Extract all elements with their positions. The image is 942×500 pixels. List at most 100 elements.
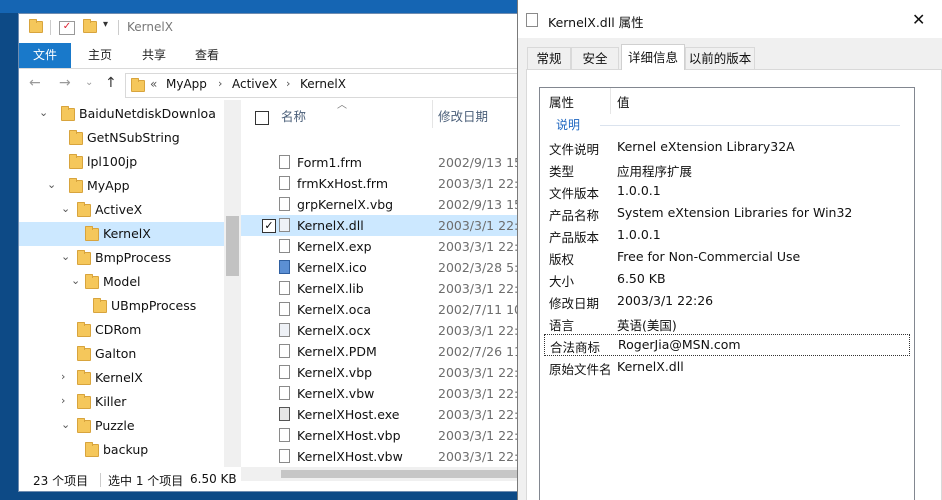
breadcrumb-activex[interactable]: ActiveX bbox=[232, 77, 277, 91]
file-row[interactable]: KernelXHost.exe 2003/3/1 22:44 bbox=[241, 404, 517, 425]
dialog-titlebar[interactable]: KernelX.dll 属性 ✕ bbox=[518, 0, 942, 38]
details-row[interactable]: 版权 Free for Non-Commercial Use bbox=[540, 246, 892, 268]
recent-dropdown-icon[interactable]: ⌄ bbox=[85, 77, 93, 88]
property-value: 1.0.0.1 bbox=[617, 183, 661, 198]
tab-previous-versions[interactable]: 以前的版本 bbox=[685, 47, 755, 69]
tab-home[interactable]: 主页 bbox=[76, 43, 124, 68]
tab-share[interactable]: 共享 bbox=[130, 43, 178, 68]
horizontal-scrollbar[interactable] bbox=[241, 467, 517, 481]
properties-check-icon[interactable]: ✓ bbox=[59, 21, 75, 35]
details-row[interactable]: 文件版本 1.0.0.1 bbox=[540, 180, 892, 202]
chevron-icon[interactable]: › bbox=[61, 394, 65, 407]
tree-item[interactable]: Galton bbox=[19, 342, 224, 366]
details-row[interactable]: 文件说明 Kernel eXtension Library32A bbox=[540, 136, 892, 158]
details-row[interactable]: 大小 6.50 KB bbox=[540, 268, 892, 290]
column-header-property[interactable]: 属性 bbox=[549, 92, 574, 111]
address-bar[interactable]: « MyApp › ActiveX › KernelX bbox=[125, 73, 517, 98]
tree-scrollbar[interactable] bbox=[224, 100, 241, 467]
column-header-name[interactable]: 名称 bbox=[281, 106, 306, 125]
tab-general[interactable]: 常规 bbox=[527, 47, 571, 69]
tree-item[interactable]: › Killer bbox=[19, 390, 224, 414]
file-row[interactable]: frmKxHost.frm 2003/3/1 22:42 bbox=[241, 173, 517, 194]
tree-item-label: KernelX bbox=[95, 370, 143, 385]
tab-view[interactable]: 查看 bbox=[183, 43, 231, 68]
tab-file[interactable]: 文件 bbox=[19, 43, 71, 68]
group-header[interactable]: 说明 bbox=[556, 116, 580, 133]
chevron-icon[interactable]: › bbox=[61, 370, 65, 383]
breadcrumb-myapp[interactable]: MyApp bbox=[166, 77, 207, 91]
file-icon bbox=[279, 428, 290, 442]
file-row[interactable]: KernelX.oca 2002/7/11 10:31 bbox=[241, 299, 517, 320]
row-checkbox[interactable]: ✓ bbox=[262, 219, 276, 233]
chevron-icon[interactable]: ⌄ bbox=[39, 106, 48, 119]
chevron-right-icon[interactable]: › bbox=[286, 77, 290, 90]
chevron-right-icon[interactable]: › bbox=[218, 77, 222, 90]
tree-item-label: UBmpProcess bbox=[111, 298, 197, 313]
tree-item[interactable]: CDRom bbox=[19, 318, 224, 342]
file-icon bbox=[279, 302, 290, 316]
file-icon bbox=[279, 281, 290, 295]
file-row[interactable]: Form1.frm 2002/9/13 15:07 bbox=[241, 152, 517, 173]
file-row[interactable]: KernelX.exp 2003/3/1 22:33 bbox=[241, 236, 517, 257]
details-row[interactable]: 合法商标 RogerJia@MSN.com bbox=[544, 334, 910, 356]
chevron-icon[interactable]: ⌄ bbox=[47, 178, 56, 191]
chevron-icon[interactable]: ⌄ bbox=[61, 418, 70, 431]
tree-item[interactable]: ⌄ BmpProcess bbox=[19, 246, 224, 270]
file-row[interactable]: ✓ KernelX.dll 2003/3/1 22:26 bbox=[241, 215, 517, 236]
tree-item[interactable]: ⌄ MyApp bbox=[19, 174, 224, 198]
file-row[interactable]: KernelX.vbw 2003/3/1 22:43 bbox=[241, 383, 517, 404]
tree-item-label: BaiduNetdiskDownloa bbox=[79, 106, 216, 121]
tab-details[interactable]: 详细信息 bbox=[621, 44, 685, 70]
tree-item[interactable]: GetNSubString bbox=[19, 126, 224, 150]
file-icon bbox=[279, 197, 290, 211]
file-row[interactable]: KernelX.lib 2003/3/1 22:33 bbox=[241, 278, 517, 299]
chevron-icon[interactable]: ⌄ bbox=[61, 250, 70, 263]
scrollbar-thumb[interactable] bbox=[226, 216, 239, 276]
tree-item[interactable]: › KernelX bbox=[19, 366, 224, 390]
details-row[interactable]: 产品名称 System eXtension Libraries for Win32 bbox=[540, 202, 892, 224]
file-row[interactable]: KernelXHost.vbw 2003/3/1 22:44 bbox=[241, 446, 517, 467]
chevron-icon[interactable]: ⌄ bbox=[61, 202, 70, 215]
properties-dialog: KernelX.dll 属性 ✕ 常规 安全 详细信息 以前的版本 属性 值 说… bbox=[517, 0, 942, 500]
tree-item[interactable]: backup bbox=[19, 438, 224, 462]
forward-arrow-icon[interactable]: → bbox=[59, 75, 71, 91]
file-name: KernelXHost.vbp bbox=[297, 428, 401, 443]
folder-icon bbox=[77, 250, 91, 265]
file-icon bbox=[279, 176, 290, 190]
breadcrumb-kernelx[interactable]: KernelX bbox=[300, 77, 346, 91]
column-divider[interactable] bbox=[432, 100, 433, 128]
quick-access-dropdown-icon[interactable]: ▾ bbox=[103, 19, 117, 31]
folder-icon bbox=[29, 19, 43, 33]
file-row[interactable]: KernelX.PDM 2002/7/26 11:21 bbox=[241, 341, 517, 362]
up-arrow-icon[interactable]: ↑ bbox=[105, 75, 117, 91]
tree-item[interactable]: ⌄ Model bbox=[19, 270, 224, 294]
scrollbar-thumb[interactable] bbox=[281, 470, 517, 478]
file-row[interactable]: KernelX.vbp 2003/3/1 22:33 bbox=[241, 362, 517, 383]
tree-item[interactable]: ⌄ BaiduNetdiskDownloa bbox=[19, 102, 224, 126]
close-icon[interactable]: ✕ bbox=[912, 10, 925, 29]
file-row[interactable]: KernelXHost.vbp 2003/3/1 22:41 bbox=[241, 425, 517, 446]
details-row[interactable]: 修改日期 2003/3/1 22:26 bbox=[540, 290, 892, 312]
details-row[interactable]: 原始文件名 KernelX.dll bbox=[540, 356, 892, 378]
file-row[interactable]: KernelX.ocx 2003/3/1 22:33 bbox=[241, 320, 517, 341]
column-header-value[interactable]: 值 bbox=[617, 92, 630, 111]
select-all-checkbox[interactable] bbox=[255, 111, 269, 125]
tree-item[interactable]: ⌄ ActiveX bbox=[19, 198, 224, 222]
column-header-date[interactable]: 修改日期 bbox=[438, 106, 488, 125]
details-row[interactable]: 产品版本 1.0.0.1 bbox=[540, 224, 892, 246]
tree-item[interactable]: ⌄ Puzzle bbox=[19, 414, 224, 438]
details-list[interactable]: 属性 值 说明 文件说明 Kernel eXtension Library32A 类… bbox=[539, 87, 915, 500]
chevron-icon[interactable]: ⌄ bbox=[71, 274, 80, 287]
back-arrow-icon[interactable]: ← bbox=[29, 75, 41, 91]
tab-security[interactable]: 安全 bbox=[571, 47, 619, 69]
new-folder-icon[interactable] bbox=[83, 19, 97, 33]
tree-item[interactable]: UBmpProcess bbox=[19, 294, 224, 318]
details-row[interactable]: 类型 应用程序扩展 bbox=[540, 158, 892, 180]
details-row[interactable]: 语言 英语(美国) bbox=[540, 312, 892, 334]
breadcrumb-overflow[interactable]: « bbox=[150, 77, 157, 91]
file-row[interactable]: KernelX.ico 2002/3/28 5:51 bbox=[241, 257, 517, 278]
tree-item[interactable]: KernelX bbox=[19, 222, 224, 246]
file-row[interactable]: grpKernelX.vbg 2002/9/13 15:13 bbox=[241, 194, 517, 215]
tree-item[interactable]: lpl100jp bbox=[19, 150, 224, 174]
column-divider[interactable] bbox=[610, 88, 611, 114]
